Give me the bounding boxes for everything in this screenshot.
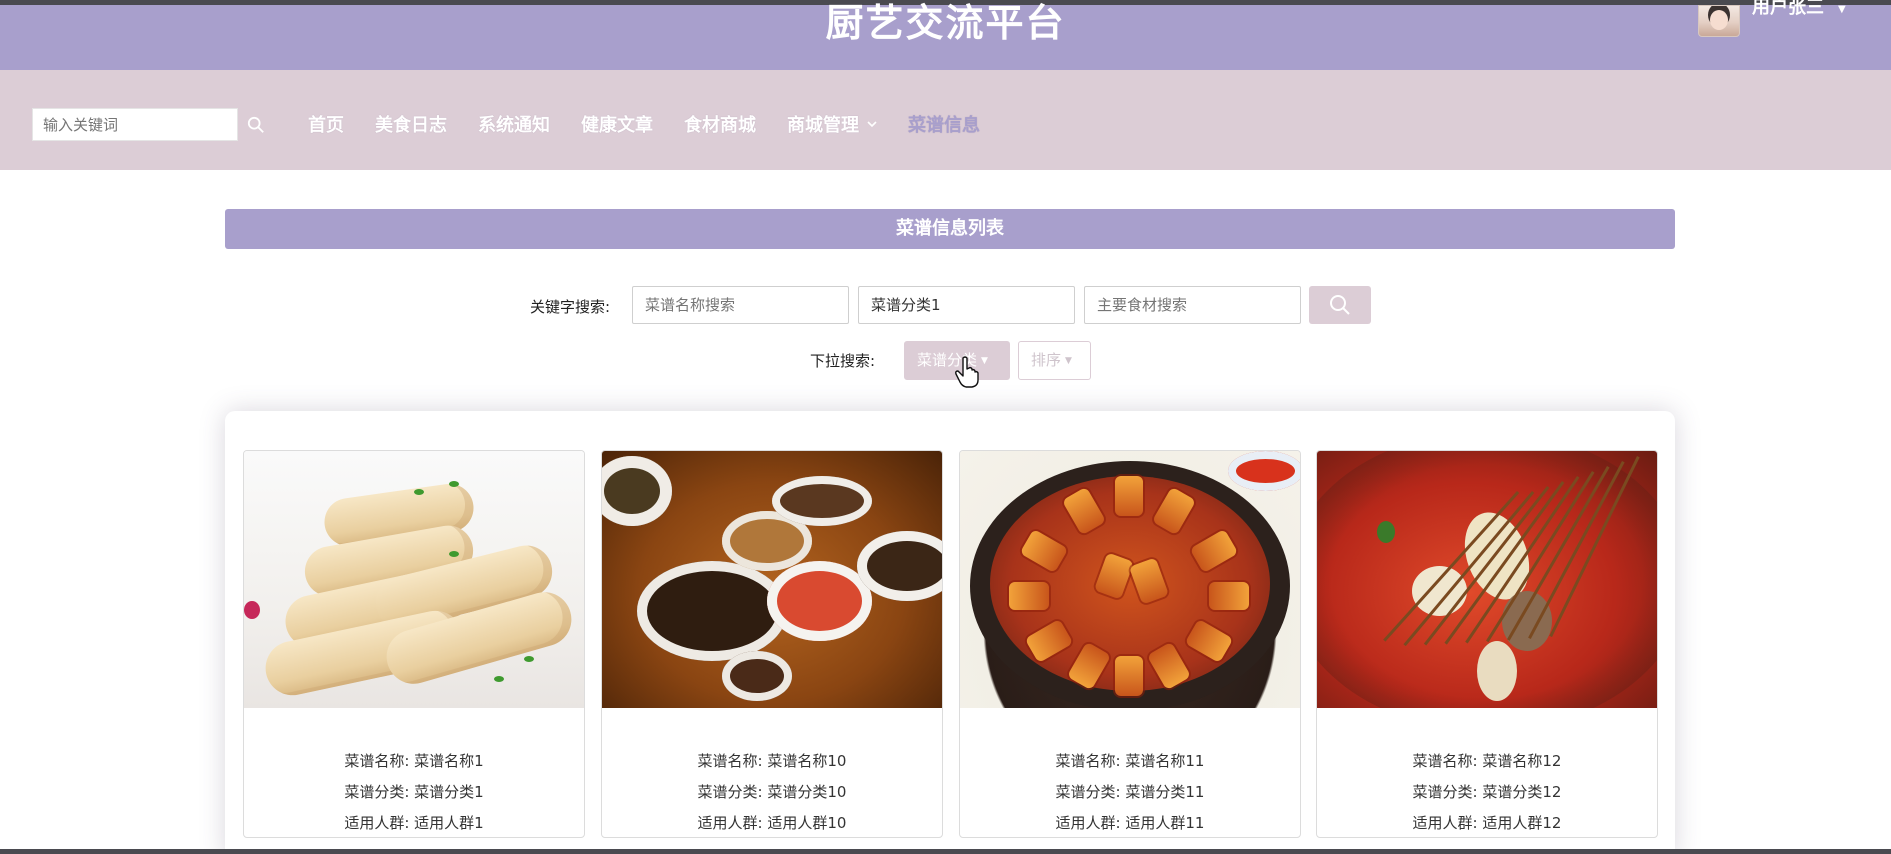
recipe-info: 菜谱名称: 菜谱名称1 菜谱分类: 菜谱分类1 适用人群: 适用人群1 — [244, 708, 584, 837]
dropdown-search-label: 下拉搜索: — [810, 352, 876, 370]
search-button[interactable] — [1309, 286, 1371, 324]
nav-item-notices[interactable]: 系统通知 — [478, 111, 550, 137]
search-icon[interactable] — [247, 116, 265, 134]
recipe-image[interactable] — [602, 451, 942, 708]
user-name[interactable]: 用户张三 — [1752, 0, 1824, 17]
nav-item-food-log[interactable]: 美食日志 — [375, 111, 447, 137]
user-menu[interactable]: 用户张三 ▼ — [1698, 0, 1846, 37]
recipe-image[interactable] — [960, 451, 1300, 708]
recipe-category: 菜谱分类: 菜谱分类11 — [1055, 783, 1205, 801]
recipe-card[interactable]: 菜谱名称: 菜谱名称1 菜谱分类: 菜谱分类1 适用人群: 适用人群1 — [243, 450, 585, 838]
recipe-audience: 适用人群: 适用人群12 — [1412, 814, 1562, 832]
keyword-search-label: 关键字搜索: — [530, 298, 611, 316]
recipe-audience: 适用人群: 适用人群10 — [697, 814, 847, 832]
nav-item-ingredient-mall[interactable]: 食材商城 — [684, 111, 756, 137]
nav-search-input[interactable] — [32, 108, 238, 141]
list-title-bar: 菜谱信息列表 — [225, 209, 1675, 249]
nav-item-recipes[interactable]: 菜谱信息 — [908, 111, 980, 137]
recipe-category: 菜谱分类: 菜谱分类10 — [697, 783, 847, 801]
window-bottom-edge — [0, 849, 1891, 854]
main-navbar: 首页 美食日志 系统通知 健康文章 食材商城 商城管理 菜谱信息 — [0, 70, 1891, 170]
nav-item-mall-management[interactable]: 商城管理 — [787, 111, 877, 137]
recipe-card[interactable]: 菜谱名称: 菜谱名称10 菜谱分类: 菜谱分类10 适用人群: 适用人群10 — [601, 450, 943, 838]
sort-dropdown-label: 排序 — [1031, 351, 1062, 369]
recipe-info: 菜谱名称: 菜谱名称11 菜谱分类: 菜谱分类11 适用人群: 适用人群11 — [960, 708, 1300, 837]
recipe-category-search-input[interactable]: 菜谱分类1 — [858, 286, 1075, 324]
recipe-category: 菜谱分类: 菜谱分类12 — [1412, 783, 1562, 801]
recipe-name: 菜谱名称: 菜谱名称11 — [1055, 752, 1205, 770]
recipe-card[interactable]: 菜谱名称: 菜谱名称11 菜谱分类: 菜谱分类11 适用人群: 适用人群11 — [959, 450, 1301, 838]
caret-down-icon[interactable]: ▼ — [1838, 5, 1846, 15]
hand-cursor-icon — [955, 356, 979, 388]
nav-item-label: 商城管理 — [787, 115, 859, 136]
recipe-info: 菜谱名称: 菜谱名称12 菜谱分类: 菜谱分类12 适用人群: 适用人群12 — [1317, 708, 1657, 837]
avatar[interactable] — [1698, 5, 1740, 37]
recipe-name: 菜谱名称: 菜谱名称10 — [697, 752, 847, 770]
recipe-name: 菜谱名称: 菜谱名称12 — [1412, 752, 1562, 770]
recipe-audience: 适用人群: 适用人群11 — [1055, 814, 1205, 832]
recipe-info: 菜谱名称: 菜谱名称10 菜谱分类: 菜谱分类10 适用人群: 适用人群10 — [602, 708, 942, 837]
main-ingredient-search-input[interactable] — [1084, 286, 1301, 324]
caret-down-icon: ▼ — [1065, 356, 1072, 366]
caret-down-icon: ▼ — [981, 356, 988, 366]
recipe-image[interactable] — [244, 451, 584, 708]
nav-item-home[interactable]: 首页 — [308, 111, 344, 137]
nav-menu: 首页 美食日志 系统通知 健康文章 食材商城 商城管理 菜谱信息 — [308, 108, 1011, 140]
nav-item-health-articles[interactable]: 健康文章 — [581, 111, 653, 137]
site-title: 厨艺交流平台 — [825, 0, 1066, 45]
search-icon — [1330, 295, 1350, 315]
recipe-image[interactable] — [1317, 451, 1657, 708]
recipe-audience: 适用人群: 适用人群1 — [344, 814, 484, 832]
recipe-category: 菜谱分类: 菜谱分类1 — [344, 783, 484, 801]
recipe-name-search-input[interactable] — [632, 286, 849, 324]
recipe-card[interactable]: 菜谱名称: 菜谱名称12 菜谱分类: 菜谱分类12 适用人群: 适用人群12 — [1316, 450, 1658, 838]
sort-dropdown[interactable]: 排序 ▼ — [1018, 341, 1091, 380]
chevron-down-icon — [867, 121, 877, 128]
site-header: 厨艺交流平台 用户张三 ▼ — [0, 0, 1891, 70]
recipe-name: 菜谱名称: 菜谱名称1 — [344, 752, 484, 770]
